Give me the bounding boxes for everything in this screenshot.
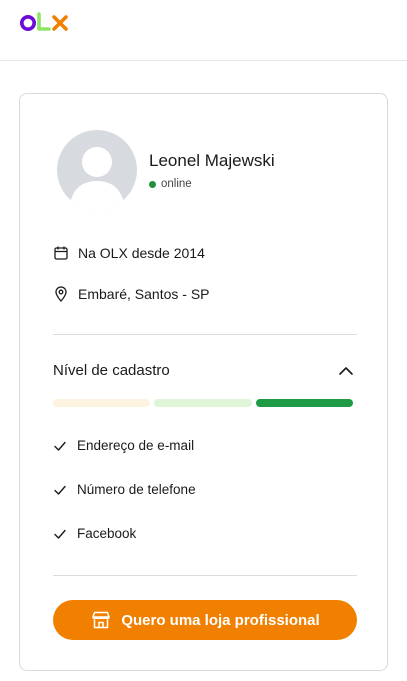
progress-segment-3 [256, 399, 353, 407]
chevron-up-icon[interactable] [337, 362, 355, 380]
check-icon [54, 529, 66, 539]
olx-logo[interactable] [19, 10, 71, 34]
member-since-text: Na OLX desde 2014 [78, 245, 205, 261]
verified-item-label: Número de telefone [77, 482, 196, 497]
calendar-icon [54, 246, 68, 260]
profile-card: Leonel Majewski online Na OLX desde 2014… [19, 93, 388, 671]
verified-item: Facebook [53, 526, 136, 541]
cta-label: Quero uma loja profissional [121, 611, 320, 629]
store-icon [92, 611, 111, 629]
check-icon [54, 485, 66, 495]
member-since-row: Na OLX desde 2014 [53, 245, 205, 261]
verified-item-label: Facebook [77, 526, 137, 541]
user-silhouette-icon [69, 147, 125, 210]
location-row: Embaré, Santos - SP [53, 286, 210, 302]
progress-segment-1 [53, 399, 150, 407]
top-bar [0, 0, 407, 61]
level-title: Nível de cadastro [53, 362, 170, 379]
verified-item: Endereço de e-mail [53, 438, 194, 453]
profile-name: Leonel Majewski [149, 151, 275, 170]
progress-segment-2 [154, 399, 252, 407]
divider [53, 334, 357, 335]
location-pin-icon [55, 286, 67, 302]
verified-item-label: Endereço de e-mail [77, 438, 195, 453]
check-icon [54, 441, 66, 451]
location-text: Embaré, Santos - SP [78, 286, 210, 302]
status-text: online [161, 178, 192, 190]
online-status: online [149, 178, 192, 190]
verified-item: Número de telefone [53, 482, 196, 497]
divider [53, 575, 357, 576]
online-dot-icon [149, 180, 156, 188]
avatar [57, 130, 137, 210]
professional-store-button[interactable]: Quero uma loja profissional [53, 600, 357, 640]
